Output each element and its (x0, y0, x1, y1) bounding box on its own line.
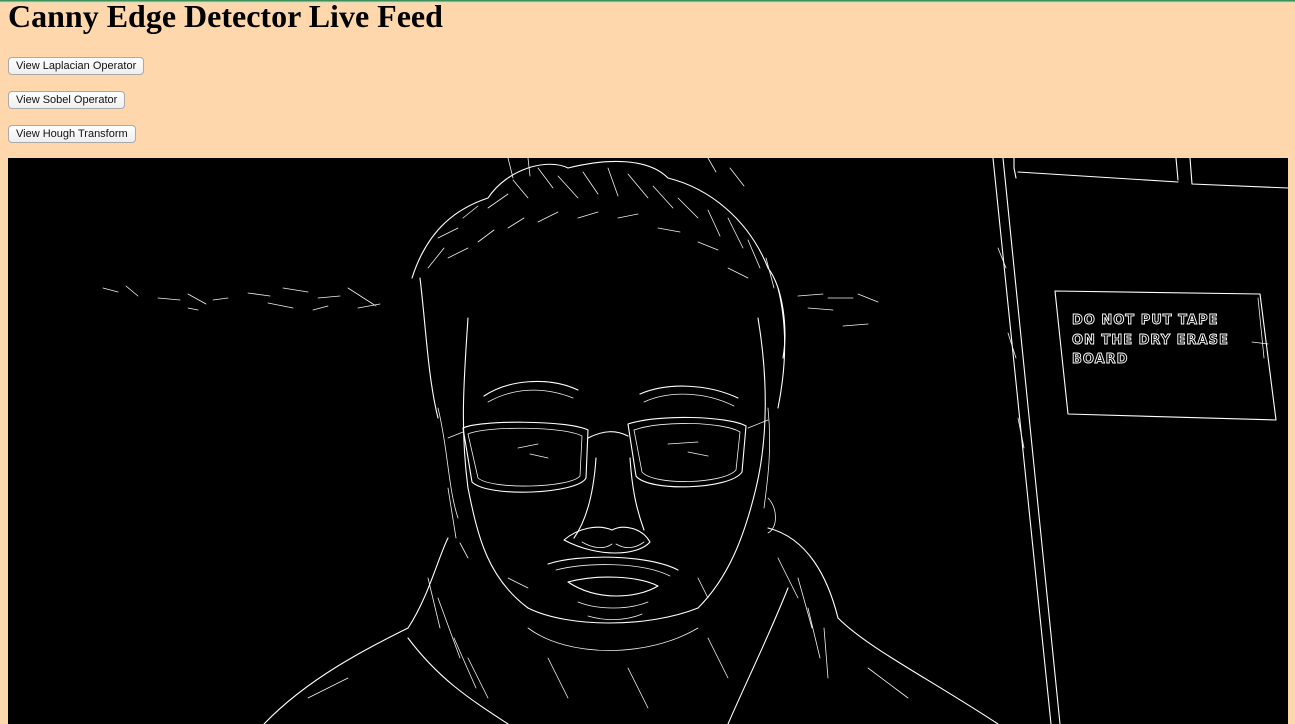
eyebrow-edges (483, 380, 739, 407)
whiteboard-sign: DO NOT PUT TAPE ON THE DRY ERASE BOARD (1054, 290, 1277, 421)
hoodie-edges (263, 527, 999, 724)
edge-image: DO NOT PUT TAPE ON THE DRY ERASE BOARD (102, 158, 1288, 724)
background-edges (102, 285, 879, 327)
canny-edge-video-feed: DO NOT PUT TAPE ON THE DRY ERASE BOARD (8, 158, 1288, 724)
glasses-edges (447, 416, 769, 493)
sign-line-3: BOARD (1072, 352, 1128, 367)
door-frame-edges (992, 158, 1288, 724)
view-hough-button[interactable]: View Hough Transform (8, 125, 136, 143)
hair-edges (411, 158, 786, 419)
page-title: Canny Edge Detector Live Feed (8, 0, 443, 34)
view-sobel-button[interactable]: View Sobel Operator (8, 91, 126, 109)
nose-edges (563, 457, 651, 554)
view-laplacian-button[interactable]: View Laplacian Operator (8, 57, 145, 75)
mouth-edges (507, 556, 709, 620)
sign-line-2: ON THE DRY ERASE (1072, 333, 1229, 348)
sign-line-1: DO NOT PUT TAPE (1072, 313, 1219, 328)
